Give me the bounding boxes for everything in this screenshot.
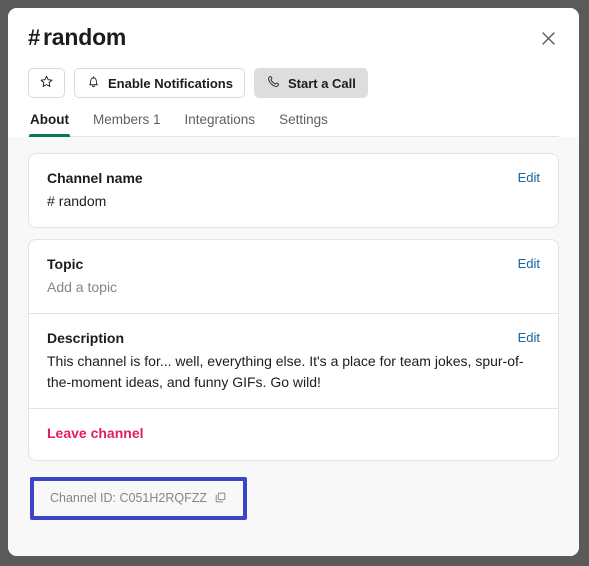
- enable-notifications-label: Enable Notifications: [108, 75, 233, 91]
- hash-icon: #: [47, 192, 55, 209]
- page-title-text: random: [43, 24, 127, 50]
- tab-members[interactable]: Members 1: [92, 112, 162, 136]
- tab-settings[interactable]: Settings: [278, 112, 329, 136]
- topic-label: Topic: [47, 256, 84, 273]
- channel-name-head: Channel name Edit: [47, 169, 540, 188]
- channel-name-section: Channel name Edit # random: [29, 154, 558, 227]
- enable-notifications-button[interactable]: Enable Notifications: [74, 68, 245, 98]
- phone-icon: [266, 74, 281, 92]
- edit-description-button[interactable]: Edit: [518, 329, 540, 347]
- leave-channel-button[interactable]: Leave channel: [47, 425, 144, 441]
- page-title: # random: [28, 24, 126, 52]
- star-outline-icon: [39, 74, 54, 92]
- channel-id-label: Channel ID: C051H2RQFZZ: [50, 490, 208, 505]
- description-label: Description: [47, 330, 125, 347]
- channel-name-text: random: [58, 192, 107, 209]
- description-value: This channel is for... well, everything …: [47, 353, 524, 390]
- description-section: Description Edit This channel is for... …: [29, 313, 558, 407]
- channel-id-copy-button[interactable]: Channel ID: C051H2RQFZZ: [34, 480, 244, 516]
- channel-name-value: # random: [47, 191, 540, 211]
- about-panel: Channel name Edit # random Topic Edit Ad…: [8, 137, 579, 556]
- topic-section: Topic Edit Add a topic: [29, 240, 558, 313]
- channel-details-modal: # random Enable Notifications Start a Ca…: [8, 8, 579, 556]
- channel-name-label: Channel name: [47, 170, 143, 186]
- title-row: # random: [28, 24, 559, 55]
- modal-header: # random Enable Notifications Start a Ca…: [8, 8, 579, 137]
- edit-channel-name-button[interactable]: Edit: [518, 169, 540, 187]
- start-a-call-label: Start a Call: [287, 75, 356, 91]
- topic-head: Topic Edit: [47, 255, 540, 274]
- screen-backdrop: # random Enable Notifications Start a Ca…: [0, 0, 589, 566]
- tab-bar: About Members 1 Integrations Settings: [28, 112, 559, 137]
- hash-icon: #: [28, 25, 41, 50]
- start-a-call-button[interactable]: Start a Call: [253, 68, 368, 98]
- copy-icon: [214, 491, 227, 504]
- tab-integrations[interactable]: Integrations: [184, 112, 257, 136]
- description-head: Description Edit: [47, 329, 540, 348]
- action-button-row: Enable Notifications Start a Call: [28, 68, 559, 98]
- edit-topic-button[interactable]: Edit: [518, 255, 540, 273]
- leave-channel-section: Leave channel: [29, 407, 558, 460]
- bell-icon: [86, 74, 101, 92]
- tab-about[interactable]: About: [29, 112, 70, 137]
- close-button[interactable]: [533, 25, 563, 55]
- channel-name-card: Channel name Edit # random: [28, 153, 559, 229]
- topic-value: Add a topic: [47, 279, 118, 296]
- channel-id-highlight: Channel ID: C051H2RQFZZ: [30, 476, 248, 520]
- star-channel-button[interactable]: [28, 68, 65, 98]
- channel-info-card: Topic Edit Add a topic Description Edit …: [28, 239, 559, 461]
- close-icon: [541, 31, 556, 49]
